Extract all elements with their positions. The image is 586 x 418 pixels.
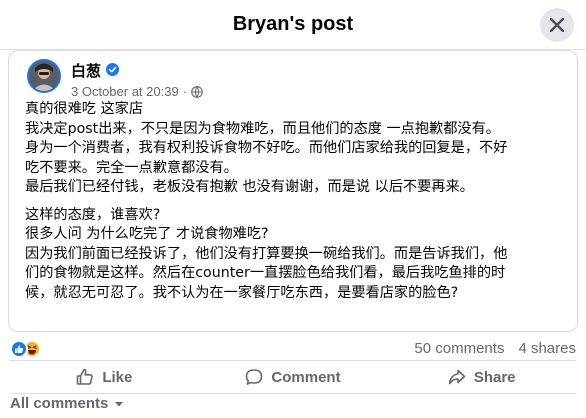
divider <box>10 393 576 394</box>
share-button[interactable]: Share <box>387 361 576 393</box>
post-line: 这样的态度，谁喜欢? <box>25 206 161 223</box>
comment-count[interactable]: 50 comments <box>414 340 504 357</box>
share-label: Share <box>473 368 516 386</box>
share-count[interactable]: 4 shares <box>518 340 576 357</box>
like-button[interactable]: Like <box>10 361 199 393</box>
comments-filter-dropdown[interactable]: All comments <box>10 395 124 412</box>
close-icon <box>550 18 564 32</box>
comment-button[interactable]: Comment <box>199 361 388 393</box>
globe-icon <box>191 85 203 98</box>
comment-label: Comment <box>271 368 341 386</box>
post-line: 们的食物就是这样。然后在counter一直摆脸色给我们看，最后我吃鱼排的时 <box>25 265 506 281</box>
post-text: 真的很难吃 这家店 我决定post出来，不只是因为食物难吃，而且他们的态度 一点… <box>25 100 573 303</box>
close-button[interactable] <box>540 8 574 42</box>
like-label: Like <box>102 368 133 386</box>
dialog-header: Bryan's post <box>0 0 586 50</box>
post-meta: 3 October at 20:39 · <box>71 84 203 99</box>
meta-separator: · <box>182 84 188 99</box>
caret-down-icon <box>115 401 124 406</box>
comment-bubble-icon <box>246 369 263 385</box>
post-line: 很多人问 为什么吃完了 才说食物难吃? <box>25 226 269 242</box>
share-arrow-icon <box>448 369 466 385</box>
post-line: 我决定post出来，不只是因为食物难吃，而且他们的态度 一点抱歉都没有。 <box>25 120 500 137</box>
post-line: 吃不要来。完全一点歉意都没有。 <box>25 159 238 176</box>
post-card: 白葱 3 October at 20:39 · 真的很难吃 这家店 我决定pos… <box>8 50 578 332</box>
post-paragraph: 这样的态度，谁喜欢? 很多人问 为什么吃完了 才说食物难吃? 因为我们前面已经投… <box>25 206 573 304</box>
comments-filter-label: All comments <box>10 395 109 412</box>
dialog-title: Bryan's post <box>232 13 354 35</box>
verified-badge-icon <box>106 63 119 76</box>
post-stats: 50 comments 4 shares <box>414 340 576 357</box>
post-line: 身为一个消费者，我有权利投诉食物不好吃。而他们店家给我的回复是，不好 <box>25 140 508 156</box>
avatar[interactable] <box>27 59 61 93</box>
like-reaction-icon <box>10 340 28 358</box>
post-line: 最后我们已经付钱，老板没有抱歉 也没有谢谢，而是说 以后不要再来。 <box>25 179 474 195</box>
author-name[interactable]: 白葱 <box>71 60 101 81</box>
post-line: 因为我们前面已经投诉了，他们没有打算要换一碗给我们。而是告诉我们，他 <box>25 245 508 262</box>
post-timestamp[interactable]: 3 October at 20:39 <box>71 84 179 99</box>
thumbs-up-icon <box>77 368 94 385</box>
post-line: 真的很难吃 这家店 <box>25 101 144 117</box>
post-line: 候，就忍无可忍了。我不认为在一家餐厅吃东西，是要看店家的脸色? <box>25 284 459 301</box>
reactions-summary[interactable] <box>10 340 41 358</box>
action-bar: Like Comment Share <box>10 361 576 393</box>
post-paragraph: 真的很难吃 这家店 我决定post出来，不只是因为食物难吃，而且他们的态度 一点… <box>25 100 573 198</box>
